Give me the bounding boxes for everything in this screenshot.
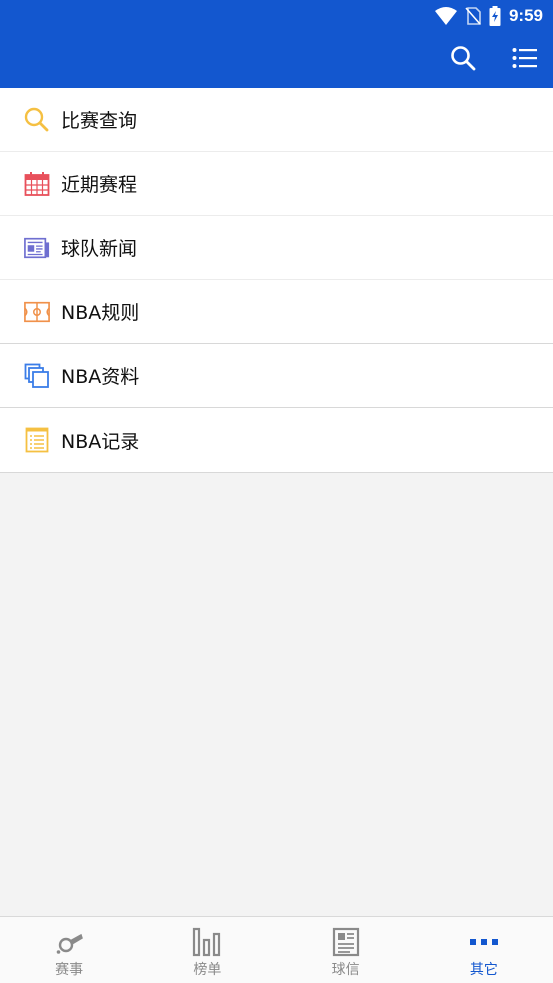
- court-icon: [24, 299, 50, 325]
- news-icon: [332, 927, 360, 957]
- menu-item-label: NBA记录: [61, 430, 140, 453]
- tab-label: 其它: [469, 962, 498, 978]
- status-bar: 9:59: [434, 4, 543, 28]
- menu-item-nba-rules[interactable]: NBA规则: [0, 280, 553, 344]
- calendar-icon: [24, 171, 50, 197]
- tab-label: 榜单: [193, 962, 222, 978]
- menu-list: 比赛查询 近期赛程 球队新闻 NBA规则 NBA资料 NBA记录: [0, 88, 553, 473]
- tab-label: 赛事: [55, 962, 84, 978]
- list-menu-button[interactable]: [511, 44, 539, 72]
- menu-item-team-news[interactable]: 球队新闻: [0, 216, 553, 280]
- copy-icon: [24, 363, 50, 389]
- menu-item-nba-info[interactable]: NBA资料: [0, 344, 553, 408]
- bar-chart-icon: [192, 927, 222, 957]
- tab-rankings[interactable]: 榜单: [138, 917, 276, 983]
- tab-label: 球信: [331, 962, 360, 978]
- more-icon: [468, 927, 500, 957]
- list-icon: [512, 48, 537, 68]
- whistle-icon: [54, 927, 84, 957]
- menu-item-schedule[interactable]: 近期赛程: [0, 152, 553, 216]
- tab-more[interactable]: 其它: [415, 917, 553, 983]
- status-time: 9:59: [508, 6, 543, 25]
- notebook-icon: [24, 427, 50, 453]
- no-sim-icon: [465, 7, 481, 25]
- menu-item-label: 比赛查询: [61, 110, 138, 132]
- menu-item-match-search[interactable]: 比赛查询: [0, 88, 553, 152]
- tab-news[interactable]: 球信: [277, 917, 415, 983]
- menu-item-nba-records[interactable]: NBA记录: [0, 408, 553, 472]
- search-icon: [451, 46, 476, 71]
- menu-item-label: 近期赛程: [61, 174, 138, 196]
- menu-item-label: NBA资料: [61, 366, 140, 388]
- app-header: 9:59: [0, 0, 553, 88]
- search-icon: [24, 107, 50, 133]
- wifi-icon: [434, 7, 457, 25]
- search-button[interactable]: [449, 44, 477, 72]
- tab-matches[interactable]: 赛事: [0, 917, 138, 983]
- bottom-navigation: 赛事 榜单 球信 其它: [0, 916, 553, 983]
- menu-item-label: NBA规则: [61, 302, 140, 324]
- battery-charging-icon: [489, 6, 501, 26]
- menu-item-label: 球队新闻: [61, 238, 138, 260]
- newspaper-icon: [24, 235, 50, 261]
